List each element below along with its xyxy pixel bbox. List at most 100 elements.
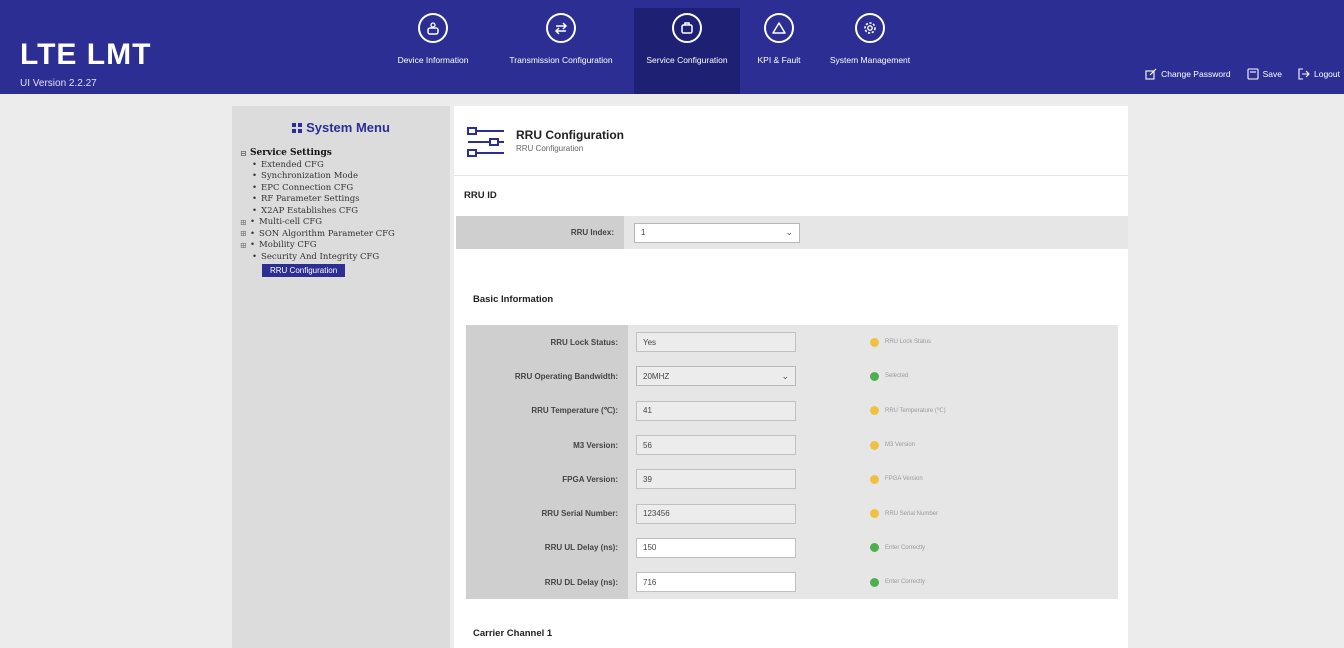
row-hint: Enter Correctly: [854, 531, 1118, 565]
tree-root-label: Service Settings: [250, 148, 332, 158]
hint-text: Selected: [885, 373, 909, 380]
row-label: RRU Serial Number:: [466, 496, 628, 531]
rru-index-select[interactable]: 1 ⌄: [634, 222, 800, 243]
device-icon: [418, 13, 448, 43]
row-label: RRU Temperature (℃):: [466, 393, 628, 428]
app-title: LTE LMT: [20, 38, 152, 71]
row-value-cell: 41: [628, 394, 854, 428]
row-label: FPGA Version:: [466, 462, 628, 497]
rru-dl-delay-input[interactable]: 716: [636, 572, 796, 593]
main-nav: Device Information Transmission Configur…: [378, 8, 922, 94]
row-value-cell: 716: [628, 565, 854, 599]
row-hint: Enter Correctly: [854, 565, 1118, 599]
sidebar-item-label: RRU Configuration: [262, 263, 346, 277]
table-row: RRU Temperature (℃): 41 RRU Temperature …: [466, 393, 1118, 428]
info-dot-icon: [870, 440, 879, 450]
sidebar-item-epc-connection[interactable]: • EPC Connection CFG: [232, 182, 450, 194]
table-row: RRU Operating Bandwidth: 20MHZ ⌄ Selected: [466, 359, 1118, 394]
sidebar-item-label: Multi-cell CFG: [259, 217, 323, 228]
row-label: RRU Operating Bandwidth:: [466, 359, 628, 394]
rru-index-cell: 1 ⌄: [624, 216, 860, 249]
sidebar-item-rru-configuration[interactable]: RRU Configuration: [262, 263, 450, 277]
nav-label: Device Information: [397, 55, 469, 65]
row-value-cell: 20MHZ ⌄: [628, 359, 854, 393]
m3-version-field: 56: [636, 435, 796, 456]
change-password-button[interactable]: Change Password: [1145, 68, 1231, 80]
nav-device-information[interactable]: Device Information: [378, 8, 488, 94]
expand-icon[interactable]: ⊞: [240, 218, 250, 227]
rru-index-label: RRU Index:: [456, 216, 624, 249]
logout-label: Logout: [1314, 69, 1340, 79]
ok-dot-icon: [870, 577, 879, 587]
brand: LTE LMT UI Version 2.2.27: [20, 38, 152, 90]
nav-transmission-configuration[interactable]: Transmission Configuration: [488, 8, 634, 94]
sidebar-item-label: X2AP Establishes CFG: [261, 205, 359, 216]
expand-icon[interactable]: ⊞: [240, 229, 250, 238]
ok-dot-icon: [870, 543, 879, 553]
hint-text: RRU Serial Number: [885, 510, 939, 517]
row-label: M3 Version:: [466, 427, 628, 463]
sidebar-item-mobility[interactable]: ⊞ • Mobility CFG: [232, 240, 450, 252]
nav-label: Transmission Configuration: [509, 55, 613, 65]
section-basic-information: Basic Information: [473, 294, 554, 305]
nav-system-management[interactable]: System Management: [818, 8, 922, 94]
sidebar-item-label: Extended CFG: [261, 159, 324, 170]
ok-dot-icon: [870, 371, 879, 381]
table-row: RRU Serial Number: 123456 RRU Serial Num…: [466, 496, 1118, 531]
rru-bandwidth-select[interactable]: 20MHZ ⌄: [636, 366, 796, 387]
fpga-version-field: 39: [636, 469, 796, 490]
hint-text: M3 Version: [885, 442, 916, 449]
row-value-cell: 123456: [628, 496, 854, 530]
sidebar-item-rf-parameter[interactable]: • RF Parameter Settings: [232, 194, 450, 206]
row-label: RRU Lock Status:: [466, 325, 628, 360]
row-hint: Selected: [854, 359, 1118, 393]
row-value-cell: Yes: [628, 325, 854, 359]
row-hint: RRU Temperature (℃): [854, 394, 1118, 428]
hint-text: FPGA Version: [885, 476, 923, 483]
sidebar: System Menu ⊟ Service Settings • Extended…: [232, 106, 450, 648]
sidebar-item-son-algorithm[interactable]: ⊞ • SON Algorithm Parameter CFG: [232, 228, 450, 240]
section-carrier-channel: Carrier Channel 1: [473, 628, 553, 639]
basic-info-table: RRU Lock Status: Yes RRU Lock Status RRU…: [466, 325, 1118, 600]
expand-icon[interactable]: ⊞: [240, 241, 250, 250]
nav-label: KPI & Fault: [757, 55, 801, 65]
top-header: LTE LMT UI Version 2.2.27 Device Informa…: [0, 0, 1344, 94]
collapse-icon[interactable]: ⊟: [240, 148, 250, 158]
sidebar-item-security-integrity[interactable]: • Security And Integrity CFG: [232, 251, 450, 263]
sidebar-item-extended-cfg[interactable]: • Extended CFG: [232, 159, 450, 171]
page-subtitle: RRU Configuration: [516, 144, 584, 153]
info-dot-icon: [870, 337, 879, 347]
sidebar-item-label: Synchronization Mode: [261, 171, 358, 182]
section-rru-id: RRU ID: [464, 190, 497, 201]
row-hint: RRU Serial Number: [854, 496, 1118, 530]
table-row: M3 Version: 56 M3 Version: [466, 427, 1118, 463]
save-icon: [1247, 68, 1259, 80]
page-title-block: RRU Configuration RRU Configuration: [516, 128, 624, 153]
sidebar-item-synchronization-mode[interactable]: • Synchronization Mode: [232, 171, 450, 183]
rru-lock-status-field: Yes: [636, 332, 796, 353]
page-header: RRU Configuration RRU Configuration: [454, 106, 1128, 176]
sidebar-item-label: SON Algorithm Parameter CFG: [259, 228, 395, 239]
config-sliders-icon: [467, 126, 504, 157]
rru-serial-field: 123456: [636, 503, 796, 524]
row-value-cell: 150: [628, 531, 854, 565]
row-label: RRU UL Delay (ns):: [466, 530, 628, 566]
table-row: RRU DL Delay (ns): 716 Enter Correctly: [466, 565, 1118, 600]
tree-root-service-settings[interactable]: ⊟ Service Settings: [232, 147, 450, 159]
table-row: RRU UL Delay (ns): 150 Enter Correctly: [466, 530, 1118, 566]
logout-icon: [1298, 68, 1310, 80]
info-dot-icon: [870, 406, 879, 416]
sidebar-item-x2ap[interactable]: • X2AP Establishes CFG: [232, 205, 450, 217]
nav-label: Service Configuration: [646, 55, 728, 65]
row-value-cell: 39: [628, 462, 854, 496]
page-title: RRU Configuration: [516, 128, 624, 142]
save-button[interactable]: Save: [1247, 68, 1282, 80]
sidebar-item-multi-cell[interactable]: ⊞ • Multi-cell CFG: [232, 217, 450, 229]
hint-text: Enter Correctly: [885, 544, 926, 551]
rru-ul-delay-input[interactable]: 150: [636, 537, 796, 558]
nav-kpi-fault[interactable]: KPI & Fault: [740, 8, 818, 94]
service-icon: [672, 13, 702, 43]
info-dot-icon: [870, 474, 879, 484]
logout-button[interactable]: Logout: [1298, 68, 1340, 80]
nav-service-configuration[interactable]: Service Configuration: [634, 8, 740, 94]
